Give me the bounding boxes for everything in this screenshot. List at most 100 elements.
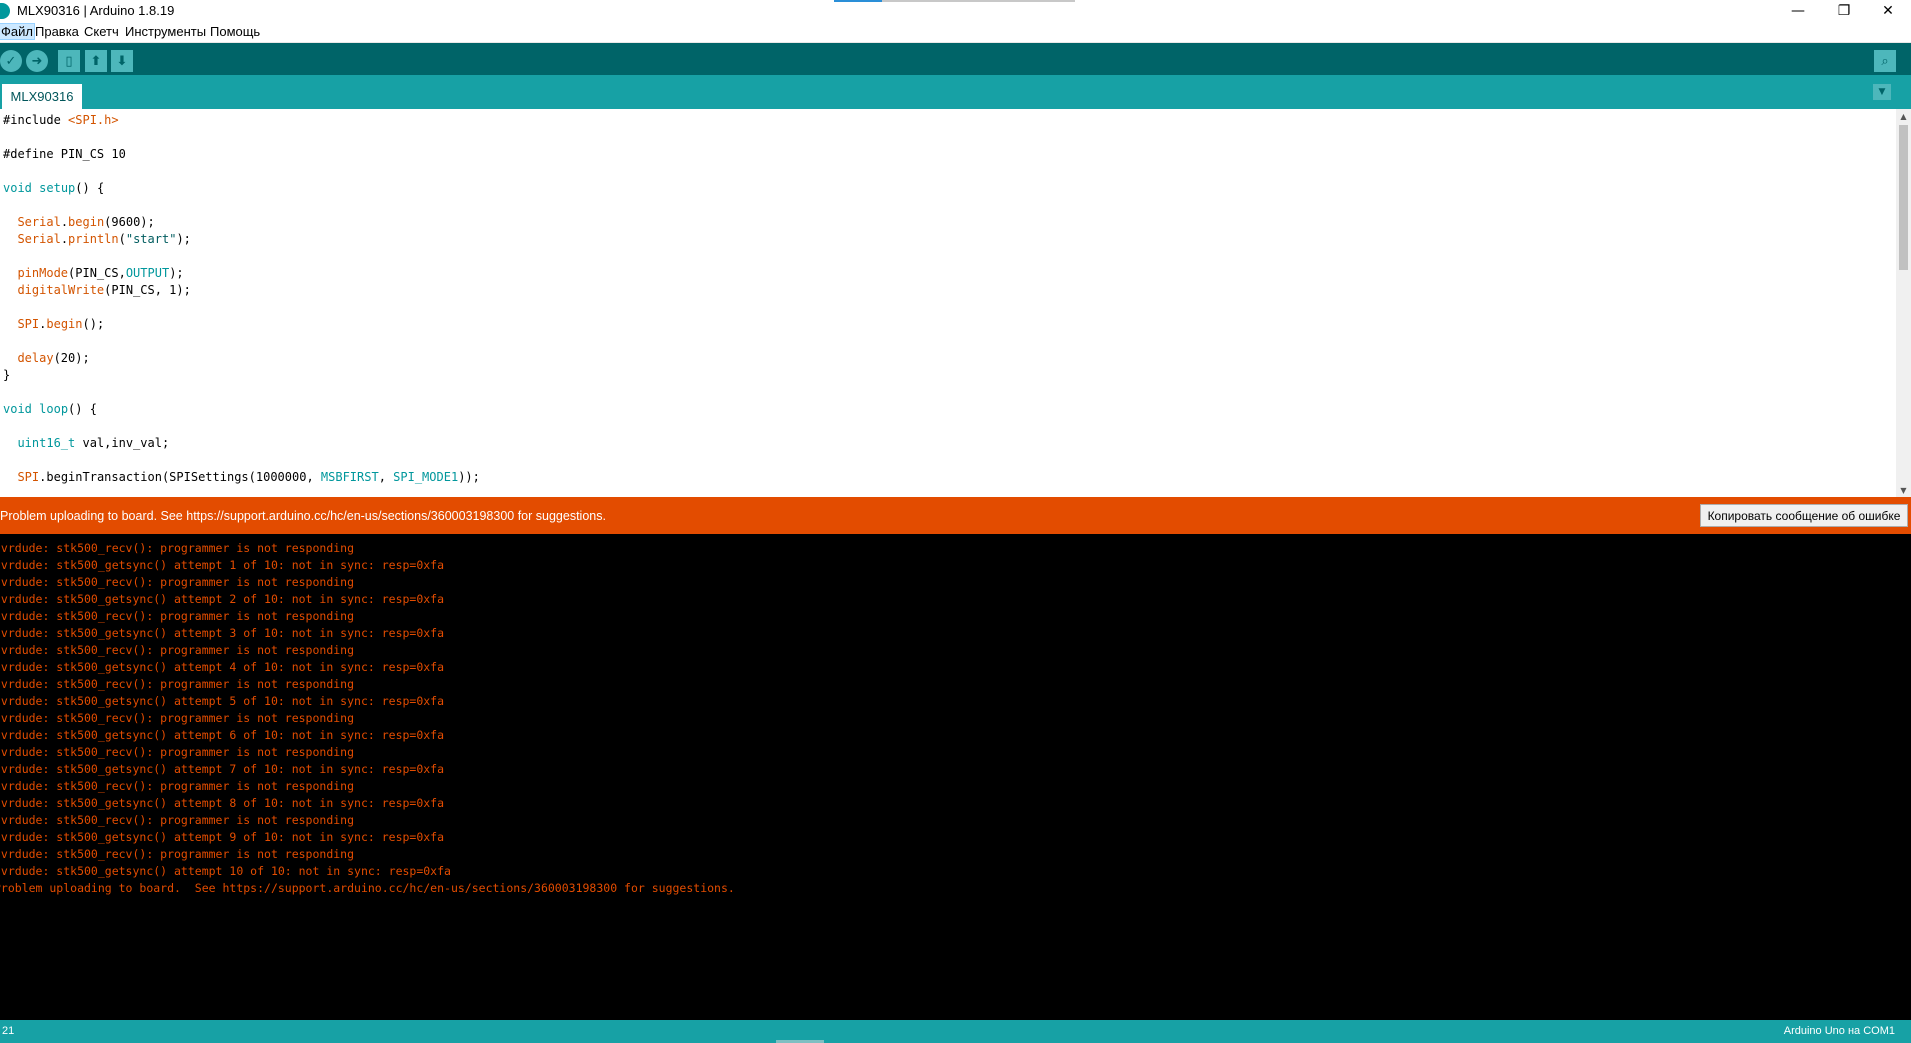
code-line: SPI.begin();	[3, 316, 104, 333]
code-token: Serial	[17, 215, 61, 229]
code-token: (20);	[53, 351, 90, 365]
code-token: SPI_MODE1	[393, 470, 459, 484]
code-token: begin	[68, 215, 105, 229]
error-bar: Problem uploading to board. See https://…	[0, 497, 1911, 534]
code-line: void setup() {	[3, 180, 104, 197]
menu-bar: Файл Правка Скетч Инструменты Помощь	[0, 22, 1911, 43]
tab-menu-chevron-down-icon[interactable]: ▼	[1873, 84, 1891, 100]
console-line: avrdude: stk500_getsync() attempt 2 of 1…	[0, 592, 445, 606]
code-token: #define PIN_CS 10	[3, 147, 126, 161]
code-token: digitalWrite	[17, 283, 105, 297]
code-token: );	[176, 232, 191, 246]
code-line: #include <SPI.h>	[3, 112, 119, 129]
scroll-down-icon[interactable]: ▼	[1896, 483, 1911, 497]
copy-error-button[interactable]: Копировать сообщение об ошибке	[1700, 504, 1908, 527]
console-line: avrdude: stk500_recv(): programmer is no…	[0, 779, 355, 793]
console-line: avrdude: stk500_recv(): programmer is no…	[0, 541, 355, 555]
code-token: (	[118, 232, 126, 246]
minimize-button[interactable]: —	[1775, 0, 1821, 22]
title-progress-fill	[834, 0, 883, 2]
tab-bar: MLX90316 ▼	[0, 75, 1911, 109]
scroll-up-icon[interactable]: ▲	[1896, 109, 1911, 123]
code-token: void	[3, 402, 32, 416]
console-line: avrdude: stk500_getsync() attempt 9 of 1…	[0, 830, 445, 844]
code-editor[interactable]: #include <SPI.h> #define PIN_CS 10 void se…	[0, 109, 1896, 497]
status-bar: 21 Arduino Uno на COM1	[0, 1020, 1911, 1043]
code-line: digitalWrite(PIN_CS, 1);	[3, 282, 190, 299]
editor-scrollbar[interactable]: ▲ ▼	[1896, 109, 1911, 497]
arrow-down-icon[interactable]: ⬇	[111, 50, 133, 72]
code-token: MSBFIRST	[320, 470, 379, 484]
code-line: pinMode(PIN_CS,OUTPUT);	[3, 265, 184, 282]
tab-mlx90316[interactable]: MLX90316	[2, 84, 82, 109]
menu-edit[interactable]: Правка	[34, 24, 80, 39]
menu-tools[interactable]: Инструменты	[124, 24, 207, 39]
close-button[interactable]: ✕	[1865, 0, 1911, 22]
code-token: }	[3, 368, 11, 382]
console-output[interactable]: avrdude: stk500_recv(): programmer is no…	[0, 534, 1911, 1020]
code-token: .	[60, 232, 69, 246]
code-token: pinMode	[17, 266, 69, 280]
code-token: (PIN_CS,	[68, 266, 126, 280]
code-token: println	[68, 232, 119, 246]
console-line: avrdude: stk500_recv(): programmer is no…	[0, 711, 355, 725]
code-token: () {	[75, 181, 105, 195]
code-token: loop	[39, 402, 69, 416]
code-line: SPI.beginTransaction(SPISettings(1000000…	[3, 469, 480, 486]
restore-button[interactable]: ❐	[1821, 0, 1867, 22]
new-file-icon[interactable]: ▯	[58, 50, 80, 72]
magnifier-icon[interactable]: ⌕	[1874, 50, 1896, 72]
console-line: avrdude: stk500_getsync() attempt 10 of …	[0, 864, 451, 878]
arrow-right-icon[interactable]: ➜	[26, 50, 48, 72]
line-number: 21	[2, 1025, 15, 1037]
code-token: ));	[458, 470, 480, 484]
code-token: void	[3, 181, 32, 195]
console-line: avrdude: stk500_recv(): programmer is no…	[0, 677, 355, 691]
console-line: avrdude: stk500_recv(): programmer is no…	[0, 847, 355, 861]
console-line: avrdude: stk500_recv(): programmer is no…	[0, 745, 355, 759]
code-token: val,inv_val;	[75, 436, 170, 450]
code-token: .beginTransaction(SPISettings(1000000,	[39, 470, 321, 484]
code-line: delay(20);	[3, 350, 90, 367]
code-line: #define PIN_CS 10	[3, 146, 126, 163]
console-line: avrdude: stk500_getsync() attempt 5 of 1…	[0, 694, 445, 708]
board-port-label: Arduino Uno на COM1	[1783, 1025, 1895, 1037]
code-token: ();	[82, 317, 105, 331]
console-line: avrdude: stk500_getsync() attempt 4 of 1…	[0, 660, 445, 674]
check-icon[interactable]: ✓	[0, 50, 22, 72]
window-title: MLX90316 | Arduino 1.8.19	[17, 3, 175, 18]
menu-sketch[interactable]: Скетч	[83, 24, 120, 39]
code-token: uint16_t	[17, 436, 76, 450]
scrollbar-thumb[interactable]	[1899, 125, 1908, 270]
title-progress-bar	[834, 0, 1075, 2]
console-line: avrdude: stk500_getsync() attempt 8 of 1…	[0, 796, 445, 810]
code-token: SPI	[17, 470, 40, 484]
code-token: setup	[39, 181, 76, 195]
title-bar: MLX90316 | Arduino 1.8.19 — ❐ ✕	[0, 0, 1911, 22]
code-token: );	[169, 266, 184, 280]
arrow-up-icon[interactable]: ⬆	[85, 50, 107, 72]
code-token: begin	[46, 317, 83, 331]
console-line: avrdude: stk500_getsync() attempt 6 of 1…	[0, 728, 445, 742]
code-token: (9600);	[104, 215, 155, 229]
code-token: delay	[17, 351, 54, 365]
code-token: ,	[378, 470, 394, 484]
console-line: avrdude: stk500_recv(): programmer is no…	[0, 609, 355, 623]
menu-help[interactable]: Помощь	[209, 24, 261, 39]
menu-file[interactable]: Файл	[0, 23, 35, 40]
error-message: Problem uploading to board. See https://…	[0, 509, 606, 523]
code-token: SPI	[17, 317, 40, 331]
console-line: avrdude: stk500_getsync() attempt 7 of 1…	[0, 762, 445, 776]
code-line: Serial.begin(9600);	[3, 214, 155, 231]
console-line: avrdude: stk500_recv(): programmer is no…	[0, 813, 355, 827]
code-line: void loop() {	[3, 401, 97, 418]
console-line: avrdude: stk500_recv(): programmer is no…	[0, 643, 355, 657]
console-line: avrdude: stk500_getsync() attempt 1 of 1…	[0, 558, 445, 572]
